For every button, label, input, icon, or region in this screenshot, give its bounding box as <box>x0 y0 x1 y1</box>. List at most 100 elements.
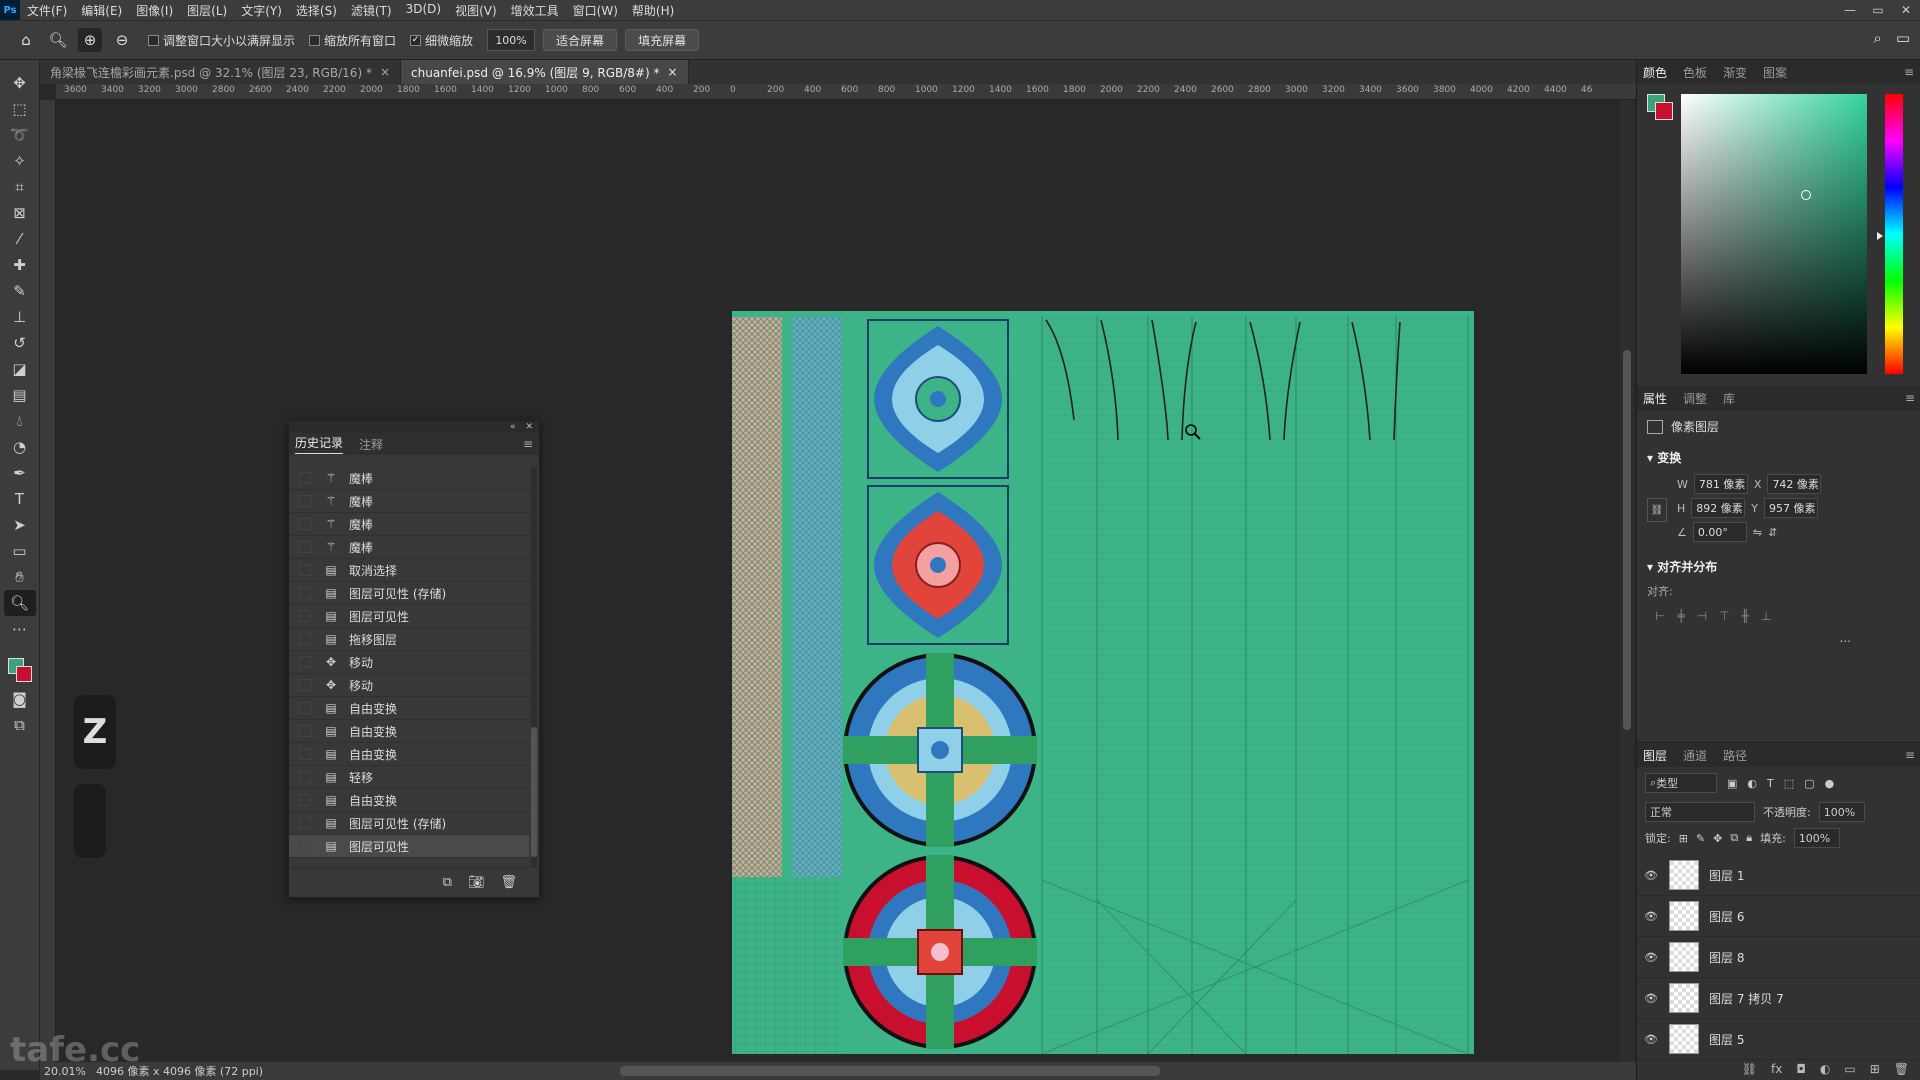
zoom-tool-icon[interactable]: 🔍︎ <box>3 590 36 616</box>
panel-menu-icon[interactable]: ≡ <box>1905 748 1915 762</box>
gradient-tool-icon[interactable]: ▤ <box>4 382 36 408</box>
history-state[interactable]: ✥ 移动 <box>289 674 529 697</box>
panel-menu-icon[interactable]: ≡ <box>1905 391 1915 405</box>
align-left-icon[interactable]: ⊢ <box>1655 609 1665 623</box>
search-icon[interactable]: ⌕ <box>1873 29 1881 47</box>
crop-tool-icon[interactable]: ⌗ <box>4 174 36 200</box>
filter-smart-object-icon[interactable]: ▢ <box>1804 777 1814 790</box>
panel-menu-icon[interactable]: ≡ <box>1904 65 1914 79</box>
layer-row[interactable]: 👁︎ 图层 6 <box>1637 896 1920 937</box>
screen-mode-icon[interactable]: ⧉ <box>4 712 36 738</box>
layer-name[interactable]: 图层 1 <box>1709 867 1744 884</box>
lock-position-icon[interactable]: ✥ <box>1713 832 1722 845</box>
new-layer-icon[interactable]: ⊞ <box>1870 1062 1880 1076</box>
move-tool-icon[interactable]: ✥ <box>4 70 36 96</box>
filter-type-icon[interactable]: T <box>1767 777 1774 790</box>
blur-tool-icon[interactable]: 💧︎ <box>4 408 36 434</box>
history-state[interactable]: ✥ 移动 <box>289 651 529 674</box>
menu-item-7[interactable]: 3D(D) <box>399 2 448 19</box>
layer-name[interactable]: 图层 5 <box>1709 1031 1744 1048</box>
tab-patterns[interactable]: 图案 <box>1763 64 1787 81</box>
y-field[interactable]: 957 像素 <box>1764 498 1819 518</box>
history-state[interactable]: ▤ 图层可见性 <box>289 835 529 858</box>
menu-item-0[interactable]: 文件(F) <box>20 2 74 19</box>
history-brush-source-icon[interactable] <box>299 725 311 737</box>
background-color-swatch[interactable] <box>15 666 32 682</box>
panel-menu-icon[interactable]: ≡ <box>523 437 533 451</box>
history-state[interactable]: ▤ 自由变换 <box>289 789 529 812</box>
menu-item-6[interactable]: 滤镜(T) <box>344 2 399 19</box>
history-brush-source-icon[interactable] <box>299 587 311 599</box>
align-middle-v-icon[interactable]: ╫ <box>1742 609 1749 623</box>
link-dimensions-icon[interactable]: ⛓︎ <box>1647 498 1667 522</box>
tab-properties[interactable]: 属性 <box>1643 390 1667 407</box>
lock-pixels-icon[interactable]: ✎ <box>1696 832 1705 845</box>
layer-filter-select[interactable]: ⌕ 类型 <box>1645 773 1717 793</box>
history-state[interactable]: ▤ 图层可见性 (存储) <box>289 812 529 835</box>
history-brush-source-icon[interactable] <box>299 794 311 806</box>
layer-name[interactable]: 图层 6 <box>1709 908 1744 925</box>
vertical-scrollbar[interactable] <box>1620 100 1634 1062</box>
x-field[interactable]: 742 像素 <box>1767 474 1822 494</box>
align-center-h-icon[interactable]: ╪ <box>1677 609 1684 623</box>
layer-name[interactable]: 图层 7 拷贝 7 <box>1709 990 1784 1007</box>
angle-field[interactable]: 0.00° <box>1692 522 1747 542</box>
layer-row[interactable]: 👁︎ 图层 1 <box>1637 855 1920 896</box>
dodge-tool-icon[interactable]: ◔ <box>4 434 36 460</box>
tab-history[interactable]: 历史记录 <box>295 434 344 454</box>
eraser-tool-icon[interactable]: ◪ <box>4 356 36 382</box>
tab-adjustments[interactable]: 调整 <box>1683 390 1707 407</box>
history-brush-source-icon[interactable] <box>299 518 311 530</box>
width-field[interactable]: 781 像素 <box>1693 474 1748 494</box>
tab-color[interactable]: 颜色 <box>1643 64 1667 81</box>
link-layers-icon[interactable]: ⛓︎ <box>1742 1062 1757 1076</box>
align-bottom-icon[interactable]: ⊥ <box>1761 609 1771 623</box>
history-state[interactable]: ⚚ 魔棒 <box>289 490 529 513</box>
visibility-eye-icon[interactable]: 👁︎ <box>1637 992 1665 1005</box>
marquee-tool-icon[interactable]: ⬚ <box>4 96 36 122</box>
zoom-in-icon[interactable]: ⊕ <box>78 28 102 52</box>
delete-layer-icon[interactable]: 🗑︎ <box>1894 1062 1909 1076</box>
height-field[interactable]: 892 像素 <box>1691 498 1746 518</box>
history-brush-source-icon[interactable] <box>299 472 311 484</box>
close-window-button[interactable]: ✕ <box>1892 0 1920 20</box>
quick-mask-icon[interactable]: ◙ <box>4 686 36 712</box>
scrubby-zoom-checkbox[interactable]: ✓ 细微缩放 <box>410 32 473 49</box>
transform-section-title[interactable]: ▾ 变换 <box>1637 443 1920 472</box>
visibility-eye-icon[interactable]: 👁︎ <box>1637 951 1665 964</box>
zoom-all-windows-checkbox[interactable]: 缩放所有窗口 <box>309 32 396 49</box>
layer-row[interactable]: 👁︎ 图层 8 <box>1637 937 1920 978</box>
brush-tool-icon[interactable]: ✎ <box>4 278 36 304</box>
history-brush-source-icon[interactable] <box>299 656 311 668</box>
tab-libraries[interactable]: 库 <box>1723 390 1735 407</box>
minimize-button[interactable]: — <box>1836 0 1864 20</box>
hand-tool-icon[interactable]: ✋︎ <box>4 564 36 590</box>
hue-slider-marker-icon[interactable] <box>1877 232 1883 240</box>
vertical-ruler[interactable] <box>40 100 56 1062</box>
path-selection-tool-icon[interactable]: ➤ <box>4 512 36 538</box>
more-tools-icon[interactable]: ⋯ <box>4 616 36 642</box>
lock-artboard-icon[interactable]: ⧉ <box>1730 831 1738 845</box>
history-state[interactable]: ⚚ 魔棒 <box>289 513 529 536</box>
more-options-button[interactable]: ... <box>1637 631 1920 645</box>
history-brush-source-icon[interactable] <box>299 610 311 622</box>
history-state[interactable]: ▤ 图层可见性 <box>289 605 529 628</box>
history-scroll-thumb[interactable] <box>531 727 537 857</box>
horizontal-scroll-thumb[interactable] <box>620 1066 1160 1076</box>
history-state[interactable]: ▤ 自由变换 <box>289 743 529 766</box>
add-mask-icon[interactable]: ◘ <box>1796 1062 1806 1076</box>
tab-paths[interactable]: 路径 <box>1723 747 1747 764</box>
opacity-field[interactable]: 100% <box>1818 802 1865 822</box>
layer-row[interactable]: 👁︎ 图层 5 <box>1637 1019 1920 1060</box>
history-brush-source-icon[interactable] <box>299 840 311 852</box>
menu-item-4[interactable]: 文字(Y) <box>234 2 289 19</box>
tab-layers[interactable]: 图层 <box>1643 747 1667 764</box>
history-brush-source-icon[interactable] <box>299 633 311 645</box>
stamp-tool-icon[interactable]: ⊥ <box>4 304 36 330</box>
history-scrollbar[interactable] <box>531 467 537 867</box>
restore-button[interactable]: ▭ <box>1864 0 1892 20</box>
filter-pixel-icon[interactable]: ▣ <box>1727 777 1737 790</box>
menu-item-8[interactable]: 视图(V) <box>448 2 504 19</box>
history-brush-source-icon[interactable] <box>299 495 311 507</box>
collapse-panel-icon[interactable]: « <box>510 422 516 432</box>
